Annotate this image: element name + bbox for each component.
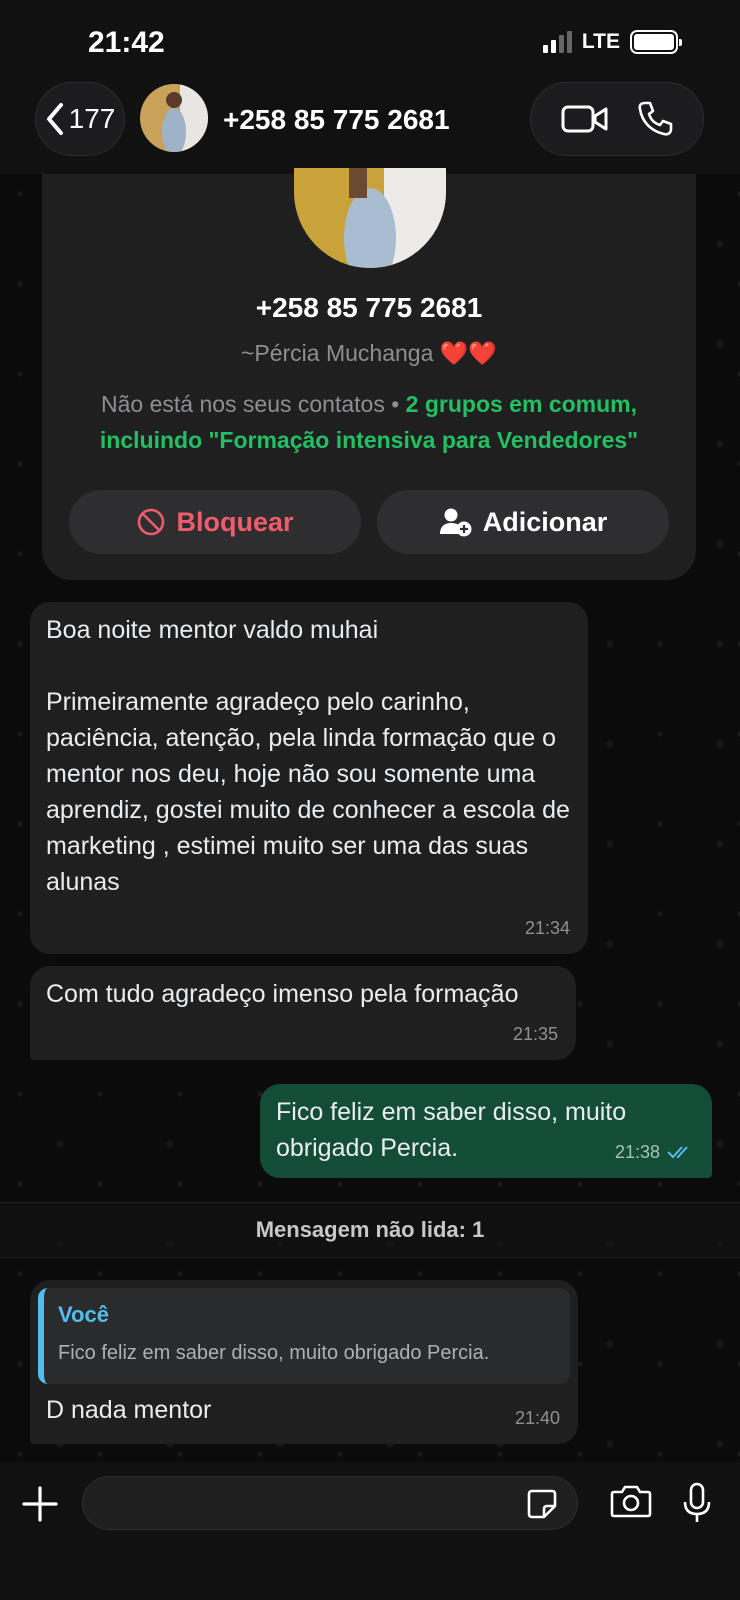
status-bar: 21:42 LTE: [0, 0, 740, 80]
profile-photo[interactable]: [294, 168, 446, 268]
back-button[interactable]: 177: [35, 82, 125, 156]
message-time-text: 21:38: [614, 1142, 660, 1162]
message-text: Com tudo agradeço imenso pela formação: [46, 980, 519, 1008]
message-bubble-incoming[interactable]: Com tudo agradeço imenso pela formação 2…: [30, 966, 576, 1060]
block-label: Bloquear: [176, 506, 294, 537]
not-in-contacts-text: Não está nos seus contatos •: [101, 391, 406, 417]
battery-icon: [630, 30, 682, 54]
quote-text: Fico feliz em saber disso, muito obrigad…: [58, 1342, 490, 1364]
message-text: Boa noite mentor valdo muhai Primeiramen…: [46, 616, 570, 896]
chat-header: 177 +258 85 775 2681: [0, 80, 740, 174]
profile-phone: +258 85 775 2681: [255, 292, 483, 323]
composer-bar: [0, 1462, 740, 1600]
message-time: 21:35: [513, 1016, 558, 1052]
chat-title[interactable]: +258 85 775 2681: [223, 104, 450, 136]
message-text: D nada mentor: [46, 1396, 212, 1424]
video-call-icon[interactable]: [561, 103, 609, 135]
avatar[interactable]: [140, 84, 208, 152]
network-type: LTE: [581, 30, 620, 53]
message-time: 21:34: [525, 910, 570, 946]
message-time-text: 21:34: [524, 918, 570, 938]
profile-name-hearts: ❤️❤️: [439, 340, 498, 366]
message-time: 21:38: [615, 1134, 694, 1170]
message-time-text: 21:40: [514, 1408, 560, 1428]
camera-icon[interactable]: [610, 1482, 652, 1520]
contact-status-info: Não está nos seus contatos • 2 grupos em…: [60, 386, 678, 458]
voice-call-icon[interactable]: [636, 100, 674, 138]
add-label: Adicionar: [482, 506, 608, 537]
quote-author: Você: [58, 1302, 109, 1327]
mic-icon[interactable]: [682, 1482, 712, 1524]
back-chevron-icon: [46, 103, 63, 135]
message-bubble-incoming[interactable]: Você Fico feliz em saber disso, muito ob…: [30, 1280, 578, 1444]
sticker-icon[interactable]: [526, 1488, 558, 1520]
block-button[interactable]: Bloquear: [69, 490, 361, 554]
status-time: 21:42: [88, 26, 165, 59]
contact-info-card: +258 85 775 2681 ~Pércia Muchanga ❤️❤️ N…: [42, 168, 696, 580]
call-buttons: [530, 82, 704, 156]
message-bubble-outgoing[interactable]: Fico feliz em saber disso, muito obrigad…: [260, 1084, 712, 1178]
block-icon: [138, 508, 165, 536]
double-check-icon: [667, 1146, 688, 1159]
status-indicators: LTE: [542, 30, 682, 54]
add-contact-icon: [439, 508, 472, 537]
signal-icon: [542, 31, 572, 53]
message-input[interactable]: [82, 1476, 578, 1530]
add-contact-button[interactable]: Adicionar: [377, 490, 669, 554]
message-time-text: 21:35: [512, 1024, 558, 1044]
message-bubble-incoming[interactable]: Boa noite mentor valdo muhai Primeiramen…: [30, 602, 588, 954]
quoted-message[interactable]: Você Fico feliz em saber disso, muito ob…: [38, 1288, 570, 1384]
unread-divider: Mensagem não lida: 1: [0, 1202, 740, 1258]
plus-icon[interactable]: [20, 1484, 60, 1524]
unread-count: 177: [68, 103, 116, 134]
message-time: 21:40: [515, 1400, 560, 1436]
profile-name-text: ~Pércia Muchanga: [240, 340, 434, 366]
profile-name: ~Pércia Muchanga ❤️❤️: [42, 340, 696, 367]
